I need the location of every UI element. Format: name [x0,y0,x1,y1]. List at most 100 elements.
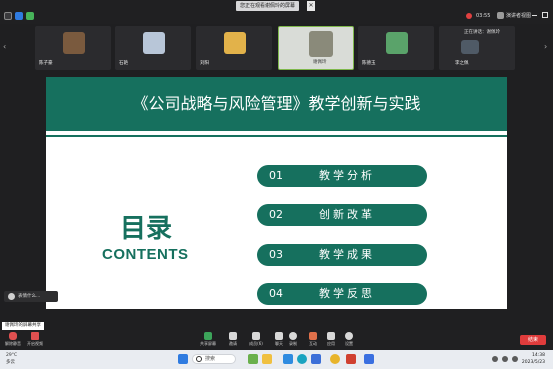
toc-item-label: 教学成果 [319,248,375,261]
chrome-icon[interactable] [330,354,340,364]
windows-start-icon[interactable] [178,354,188,364]
taskbar-app-icon[interactable] [248,354,258,364]
battery-icon[interactable] [512,356,518,362]
toc-item-label: 教学分析 [319,169,375,182]
search-icon [196,356,202,362]
maximize-icon[interactable] [542,12,548,18]
strip-right-arrow-icon[interactable]: › [544,42,547,51]
top-bar: 您正在观看谢佩玲的屏幕 ✕ 03:55 演讲者视图 [0,0,553,24]
record-label: 录制 [289,341,297,346]
settings-label: 设置 [345,341,353,346]
end-meeting-button[interactable]: 结束 [520,335,546,345]
avatar [386,32,408,54]
toc-item-number: 01 [269,169,283,182]
os-taskbar: 29°C 多云 搜索 14:38 2023/5/23 [0,350,553,369]
participant-name: 陈子豪 [39,61,53,66]
invite-icon [229,332,237,340]
toc-item-number: 04 [269,287,283,300]
weather-widget[interactable]: 29°C 多云 [6,352,17,366]
toc-item: 03 教学成果 [257,244,427,266]
settings-button[interactable]: 设置 [338,332,360,349]
taskbar-app-icon[interactable] [311,354,321,364]
participant-tile[interactable]: 刘阳 [196,26,272,70]
avatar [309,31,333,57]
participant-name: 石艳 [119,61,128,66]
record-button-icon [289,332,297,340]
gear-icon [345,332,353,340]
taskbar-app-icon[interactable] [283,354,293,364]
camera-off-icon [31,332,39,340]
system-clock[interactable]: 14:38 2023/5/23 [522,352,545,366]
reaction-pill-label: 表情什么... [18,294,41,299]
toc-item-number: 03 [269,248,283,261]
temperature: 29°C [6,353,18,358]
toc-item-label: 教学反思 [319,287,375,300]
members-label: 成员(6) [249,341,263,346]
participant-tile[interactable]: 石艳 [115,26,191,70]
search-label: 搜索 [205,356,216,362]
start-video-button[interactable]: 开启视频 [26,332,44,347]
share-screen-label: 共享屏幕 [200,341,216,346]
taskbar-app-icon[interactable] [262,354,272,364]
layout-icon[interactable] [497,12,504,19]
unmute-button[interactable]: 解除静音 [4,332,22,347]
info-icon[interactable] [4,12,12,20]
shared-slide: 《公司战略与风险管理》教学创新与实践 目录 CONTENTS 01 教学分析 0… [46,77,507,309]
toc-heading-en: CONTENTS [102,246,189,263]
start-video-label: 开启视频 [27,341,43,346]
clock-time: 14:38 [532,353,545,358]
participant-name: 李之佩 [455,61,469,66]
participant-strip: ‹ 陈子豪 石艳 刘阳 谢佩玲 陈德玉 正在讲话：谢佩玲 李之佩 › [0,24,553,72]
emoji-icon [8,293,15,300]
record-time: 03:55 [476,13,491,19]
participant-tile[interactable]: 陈子豪 [35,26,111,70]
avatar [143,32,165,54]
invite-button[interactable]: 邀请 [222,332,244,349]
record-icon [466,13,472,19]
record-button[interactable]: 录制 [282,332,304,349]
toc-heading: 目录 [120,214,173,244]
participant-tile-active[interactable]: 谢佩玲 [278,26,354,70]
clock-date: 2023/5/23 [521,360,545,365]
meeting-toolbar: 解除静音 开启视频 共享屏幕 邀请 成员(6) 聊天 录制 互动 应用 设置 结… [0,330,553,350]
members-button[interactable]: 成员(6) [245,332,267,349]
meeting-window: 您正在观看谢佩玲的屏幕 ✕ 03:55 演讲者视图 ‹ 陈子豪 石艳 刘阳 谢佩… [0,0,553,369]
reaction-pill[interactable]: 表情什么... [4,291,58,302]
speaking-label: 正在讲话：谢佩玲 [464,30,500,35]
shield-icon[interactable] [15,12,23,20]
sharing-banner: 您正在观看谢佩玲的屏幕 [236,1,300,11]
end-meeting-label: 结束 [527,337,538,343]
interact-icon [309,332,317,340]
close-icon[interactable]: ✕ [307,1,315,11]
avatar [63,32,85,54]
participant-name: 谢佩玲 [313,60,327,65]
slide-divider [46,135,507,137]
invite-label: 邀请 [229,341,237,346]
toc-item: 04 教学反思 [257,283,427,305]
apps-icon [327,332,335,340]
meeting-app-icon[interactable] [364,354,374,364]
taskbar-search[interactable]: 搜索 [192,354,236,364]
strip-left-arrow-icon[interactable]: ‹ [3,42,6,51]
network-icon[interactable] [492,356,498,362]
toc-item-label: 创新改革 [319,208,375,221]
view-mode-label[interactable]: 演讲者视图 [506,12,531,20]
participant-name: 刘阳 [200,61,209,66]
minimize-icon[interactable] [532,15,537,16]
share-screen-button[interactable]: 共享屏幕 [197,332,219,349]
edge-icon[interactable] [297,354,307,364]
participant-tile[interactable]: 陈德玉 [358,26,434,70]
toc-item: 02 创新改革 [257,204,427,226]
members-icon [252,332,260,340]
microphone-off-icon [9,332,17,340]
participant-tile[interactable]: 正在讲话：谢佩玲 李之佩 [439,26,515,70]
avatar [461,40,479,54]
volume-icon[interactable] [502,356,508,362]
toc-item-number: 02 [269,208,283,221]
screen-share-tag: 谢佩玲的屏幕共享 [2,322,44,330]
slide-title: 《公司战略与风险管理》教学创新与实践 [132,94,421,113]
toc-item: 01 教学分析 [257,165,427,187]
avatar [224,32,246,54]
taskbar-app-icon[interactable] [346,354,356,364]
unmute-label: 解除静音 [5,341,21,346]
